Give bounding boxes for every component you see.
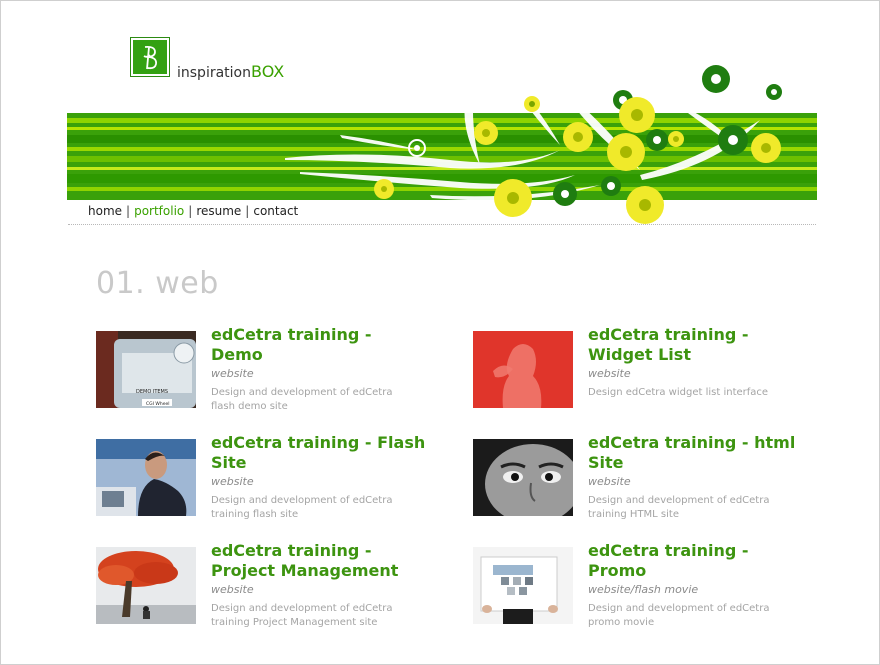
portfolio-item: edCetra training - Flash Site website De… [96,433,426,529]
thumbnail-promo[interactable] [473,547,573,624]
portfolio-item: edCetra training - html Site website Des… [473,433,803,529]
portfolio-item: edCetra training - Widget List website D… [473,325,803,421]
thumbnail-demo[interactable]: DEMO ITEMS CGI Wheel [96,331,196,408]
thumbnail-widget-list[interactable] [473,331,573,408]
project-type: website [588,367,631,380]
thumb-demo-label: DEMO ITEMS [136,389,168,395]
nav-separator: | [126,204,131,218]
nav-contact[interactable]: contact [253,204,298,218]
project-description: Design edCetra widget list interface [588,387,769,398]
banner-stripes [67,113,817,200]
project-title[interactable]: edCetra training - Demo [211,325,426,365]
project-description: Design and development of edCetra traini… [588,495,770,520]
thumbnail-flash-site[interactable] [96,439,196,516]
project-description: Design and development of edCetra flash … [211,387,393,412]
project-title[interactable]: edCetra training - Project Management [211,541,426,581]
nav-portfolio[interactable]: portfolio [134,204,184,218]
thumb-demo-button-label: CGI Wheel [146,401,169,407]
header-banner [67,113,817,200]
logo-wordmark[interactable]: inspirationBOX [177,62,284,81]
project-title[interactable]: edCetra training - Promo [588,541,803,581]
portfolio-item: edCetra training - Promo website/flash m… [473,541,803,637]
nav-resume[interactable]: resume [196,204,241,218]
thumbnail-project-management[interactable] [96,547,196,624]
main-nav: home | portfolio | resume | contact [88,204,298,218]
logo-suffix: BOX [251,62,285,81]
project-type: website [588,475,631,488]
project-type: website/flash movie [588,583,699,596]
portfolio-item: edCetra training - Project Management we… [96,541,426,637]
section-title: 01. web [96,266,219,301]
project-type: website [211,367,254,380]
project-description: Design and development of edCetra promo … [588,603,770,628]
project-title[interactable]: edCetra training - Flash Site [211,433,426,473]
portfolio-item: DEMO ITEMS CGI Wheel edCetra training - … [96,325,426,421]
logo-prefix: inspiration [177,65,251,81]
project-title[interactable]: edCetra training - html Site [588,433,803,473]
project-type: website [211,583,254,596]
nav-divider [68,224,816,225]
project-description: Design and development of edCetra traini… [211,603,393,628]
logo-monogram-icon [143,45,158,70]
logo[interactable] [130,37,170,77]
nav-home[interactable]: home [88,204,122,218]
nav-separator: | [245,204,250,218]
nav-separator: | [188,204,193,218]
project-type: website [211,475,254,488]
project-title[interactable]: edCetra training - Widget List [588,325,803,365]
project-description: Design and development of edCetra traini… [211,495,393,520]
thumbnail-html-site[interactable] [473,439,573,516]
